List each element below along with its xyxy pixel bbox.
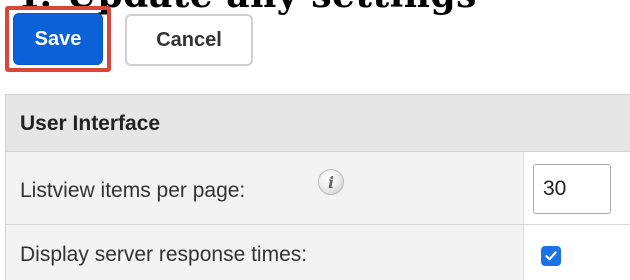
server-response-times-checkbox[interactable] [541,246,561,266]
listview-items-label: Listview items per page: [20,179,246,202]
server-response-times-row: Display server response times: [5,225,630,280]
server-response-times-label-cell: Display server response times: [6,225,524,280]
save-button[interactable]: Save [13,13,103,65]
checkmark-icon [545,251,557,261]
server-response-times-value-cell [524,225,630,280]
panel-title: User Interface [20,112,161,135]
listview-items-label-cell: Listview items per page: i [6,152,524,224]
listview-items-value-cell [524,152,630,224]
listview-items-input[interactable] [533,164,611,214]
user-interface-panel: User Interface Listview items per page: … [5,94,630,280]
info-icon[interactable]: i [318,169,344,195]
listview-items-row: Listview items per page: i [5,152,630,225]
preferences-page: 4. Update any settings Save Cancel User … [0,0,630,280]
cancel-button[interactable]: Cancel [125,14,253,66]
panel-header: User Interface [5,94,630,152]
server-response-times-label: Display server response times: [20,243,308,266]
